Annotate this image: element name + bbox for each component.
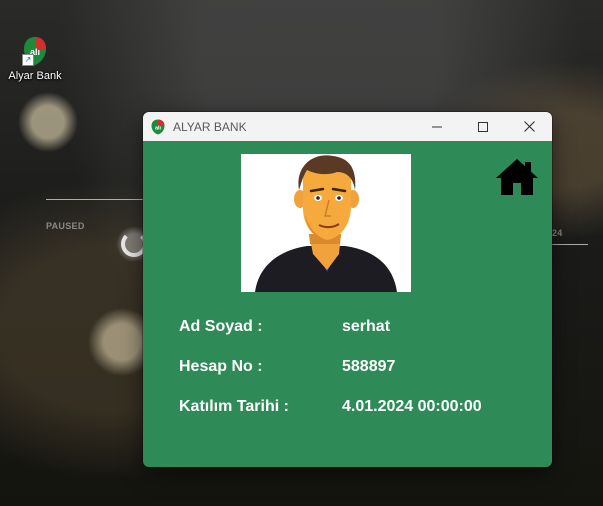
app-logo-icon: alı (151, 119, 165, 134)
join-date-label: Katılım Tarihi : (179, 398, 289, 415)
overlay-number-text: 24 (552, 228, 563, 238)
shortcut-arrow-icon: ↗ (22, 54, 34, 66)
window-title: ALYAR BANK (173, 119, 247, 134)
minimize-button[interactable] (414, 112, 460, 141)
minimize-icon (432, 126, 442, 127)
desktop-shortcut-alyar-bank[interactable]: alı ↗ Alyar Bank (4, 36, 66, 82)
join-date-value: 4.01.2024 00:00:00 (342, 398, 482, 415)
alyar-bank-app-icon: alı ↗ (22, 36, 48, 66)
close-button[interactable] (506, 112, 552, 141)
profile-photo (241, 154, 411, 292)
svg-text:alı: alı (155, 125, 162, 131)
overlay-line-right (552, 244, 588, 245)
home-icon (496, 159, 538, 195)
window-titlebar[interactable]: alı ALYAR BANK (143, 112, 552, 141)
home-button[interactable] (494, 157, 540, 197)
maximize-icon (478, 121, 488, 132)
account-number-value: 588897 (342, 358, 396, 375)
name-label: Ad Soyad : (179, 318, 263, 335)
avatar (255, 155, 397, 292)
overlay-line-left (46, 199, 143, 200)
name-value: serhat (342, 318, 391, 335)
overlay-paused-text: PAUSED (46, 221, 85, 231)
shortcut-label: Alyar Bank (8, 70, 62, 82)
account-number-label: Hesap No : (179, 358, 263, 375)
maximize-button[interactable] (460, 112, 506, 141)
alyar-bank-window: alı ALYAR BANK Ad Soyad: serhat Hesap N… (143, 112, 552, 467)
close-icon (523, 121, 535, 132)
